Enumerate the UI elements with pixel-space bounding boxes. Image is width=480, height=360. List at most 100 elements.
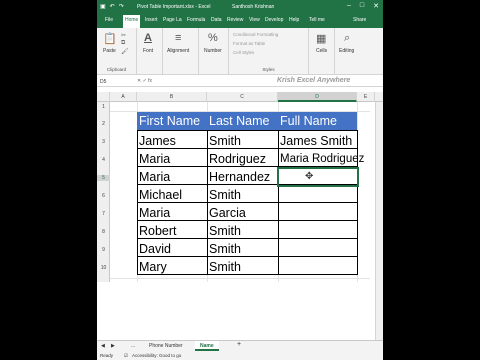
ribbon-tabs: File Home Insert Page La Formula Data Re… (97, 13, 383, 28)
active-cell-d5[interactable]: ✥ (277, 167, 359, 187)
formula-bar: D5 ✕ ✓ fx Krish Excel Anywhere (97, 76, 383, 87)
ribbon: 📋 Paste ✂ ⧉ 🖌 Clipboard A Font ≡ Alignme… (97, 28, 383, 75)
select-all-corner[interactable] (97, 92, 110, 102)
user-name[interactable]: Santhosh Krishnan (232, 4, 274, 10)
cut-icon[interactable]: ✂ (121, 32, 126, 39)
tab-home[interactable]: Home (123, 15, 141, 28)
format-as-table-button[interactable]: Format as Table (233, 41, 265, 46)
font-icon: A (144, 32, 152, 44)
cells-group[interactable]: ▦ Cells (309, 28, 335, 75)
share-button[interactable]: Share (353, 17, 366, 23)
header-cell-first-name[interactable]: First Name (137, 112, 207, 130)
name-box[interactable]: D5 (100, 79, 106, 85)
number-label: Number (204, 48, 222, 54)
status-bar: Ready ☑ Accessibility: Good to go (97, 351, 383, 360)
worksheet-grid[interactable]: First Name Last Name Full Name James Smi… (110, 102, 370, 282)
row-header[interactable]: 7 (97, 211, 110, 217)
column-header-a[interactable]: A (110, 92, 137, 102)
conditional-formatting-button[interactable]: Conditional Formatting (233, 32, 278, 37)
alignment-group[interactable]: ≡ Alignment (163, 28, 199, 75)
sheet-tab-name[interactable]: Name (195, 341, 219, 351)
sheet-nav-next-icon[interactable]: ▶ (111, 343, 115, 349)
tab-help[interactable]: Help (289, 17, 299, 23)
font-group[interactable]: A Font (137, 28, 163, 75)
minimize-icon[interactable]: – (347, 2, 351, 10)
accessibility-icon[interactable]: ☑ (124, 353, 128, 359)
tab-review[interactable]: Review (227, 17, 243, 23)
maximize-icon[interactable]: □ (360, 2, 364, 10)
sheet-tab-phone-number[interactable]: Phone Number (149, 343, 183, 349)
table-border (137, 202, 358, 203)
row-header[interactable]: 9 (97, 247, 110, 253)
alignment-icon: ≡ (175, 32, 182, 44)
column-header-d[interactable]: D (278, 92, 357, 102)
font-label: Font (143, 48, 154, 54)
tab-page-layout[interactable]: Page La (163, 17, 182, 23)
tab-data[interactable]: Data (211, 17, 222, 23)
search-icon: ⌕ (344, 32, 351, 44)
clipboard-label: Clipboard (106, 67, 127, 72)
tab-insert[interactable]: Insert (145, 17, 158, 23)
copy-icon[interactable]: ⧉ (121, 40, 125, 47)
tab-formulas[interactable]: Formula (187, 17, 205, 23)
table-border (137, 130, 138, 275)
styles-label: Styles (262, 67, 275, 72)
column-header-e[interactable]: E (357, 92, 375, 102)
alignment-label: Alignment (167, 48, 190, 54)
row-header[interactable]: 4 (97, 157, 110, 163)
sheet-tabs-bar: ◀ ▶ ... Phone Number Name + (97, 340, 383, 351)
format-painter-icon[interactable]: 🖌 (121, 48, 129, 55)
table-border (278, 130, 279, 275)
header-cell-full-name[interactable]: Full Name (278, 112, 357, 130)
gridline (110, 278, 370, 279)
sheet-nav-prev-icon[interactable]: ◀ (101, 343, 105, 349)
editing-group[interactable]: ⌕ Editing (335, 28, 365, 75)
save-icon[interactable]: ▣ (100, 3, 106, 10)
table-border (137, 256, 358, 257)
column-headers: A B C D E (97, 92, 383, 102)
row-header[interactable]: 6 (97, 193, 110, 199)
tab-developer[interactable]: Develop (265, 17, 283, 23)
table-border (137, 220, 358, 221)
fx-icon[interactable]: ✕ ✓ fx (137, 78, 152, 84)
row-headers: 1 2 3 4 5 6 7 8 9 10 (97, 102, 110, 282)
cells-label: Cells (316, 48, 328, 54)
watermark-text: Krish Excel Anywhere (277, 77, 351, 84)
table-border (137, 274, 358, 275)
paste-icon[interactable]: 📋 (103, 32, 117, 45)
column-header-b[interactable]: B (137, 92, 207, 102)
tab-view[interactable]: View (249, 17, 260, 23)
tab-file[interactable]: File (105, 17, 113, 23)
styles-group: Conditional Formatting Format as Table C… (229, 28, 309, 75)
accessibility-status[interactable]: Accessibility: Good to go (132, 353, 181, 358)
row-header[interactable]: 2 (97, 121, 110, 127)
window-title: Pivot Table Important.xlsx - Excel (137, 4, 211, 10)
window-controls: – □ ✕ (347, 2, 379, 10)
cells-icon: ▦ (316, 33, 327, 45)
title-bar: ▣ ↶ ↷ Pivot Table Important.xlsx - Excel… (97, 0, 383, 13)
row-header[interactable]: 10 (97, 265, 110, 271)
table-border (357, 130, 358, 275)
cursor-icon: ✥ (305, 171, 314, 182)
quick-access-toolbar: ▣ ↶ ↷ (100, 3, 124, 10)
column-header-c[interactable]: C (207, 92, 278, 102)
header-cell-last-name[interactable]: Last Name (207, 112, 278, 130)
table-border (137, 130, 358, 131)
redo-icon[interactable]: ↷ (119, 3, 124, 10)
close-icon[interactable]: ✕ (373, 2, 379, 10)
tell-me-search[interactable]: Tell me (309, 17, 325, 23)
sheet-overflow[interactable]: ... (131, 343, 135, 349)
cell-styles-button[interactable]: Cell Styles (233, 50, 254, 55)
vertical-scrollbar[interactable] (375, 102, 383, 340)
row-header[interactable]: 5 (97, 175, 110, 181)
add-sheet-icon[interactable]: + (237, 341, 241, 348)
number-group[interactable]: % Number (199, 28, 229, 75)
percent-icon: % (208, 32, 218, 44)
row-header[interactable]: 3 (97, 139, 110, 145)
row-header[interactable]: 1 (97, 104, 110, 110)
paste-button[interactable]: Paste (103, 48, 116, 54)
undo-icon[interactable]: ↶ (110, 3, 115, 10)
row-header[interactable]: 8 (97, 229, 110, 235)
table-border (207, 130, 208, 275)
editing-label: Editing (339, 48, 355, 54)
